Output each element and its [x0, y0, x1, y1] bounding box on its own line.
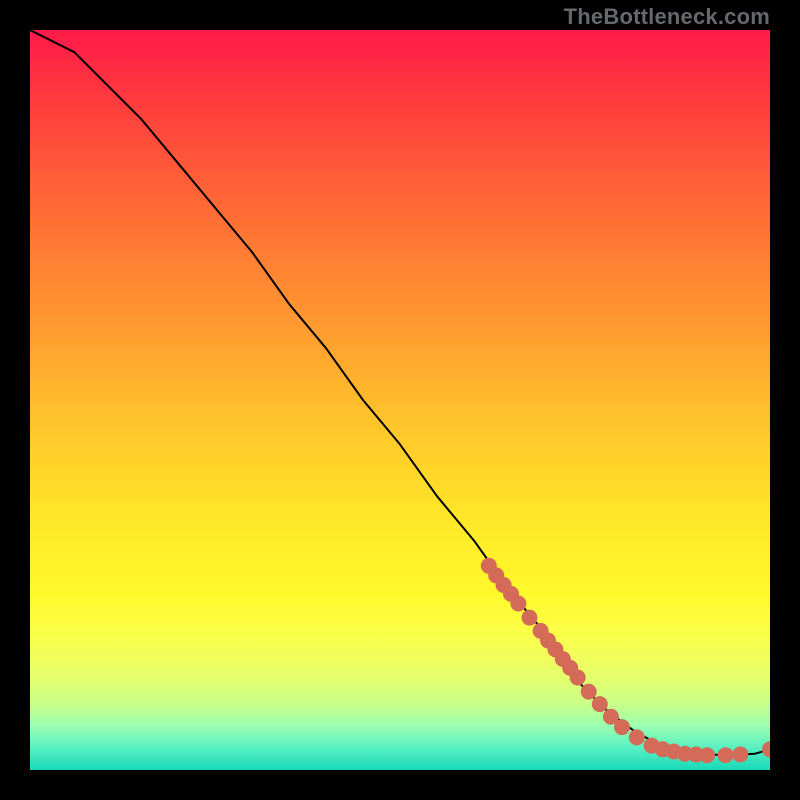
marker-dot — [522, 610, 538, 626]
marker-dot — [510, 596, 526, 612]
attribution-label: TheBottleneck.com — [564, 4, 770, 30]
marker-dot — [699, 747, 715, 763]
marker-dot — [581, 684, 597, 700]
marker-dot — [629, 729, 645, 745]
curve-line — [30, 30, 770, 755]
marker-dot — [762, 741, 770, 757]
chart-stage: TheBottleneck.com — [0, 0, 800, 800]
marker-dot — [614, 719, 630, 735]
marker-group — [481, 558, 770, 763]
marker-dot — [570, 670, 586, 686]
marker-dot — [718, 747, 734, 763]
marker-dot — [592, 696, 608, 712]
chart-overlay — [30, 30, 770, 770]
marker-dot — [732, 747, 748, 763]
plot-area — [30, 30, 770, 770]
